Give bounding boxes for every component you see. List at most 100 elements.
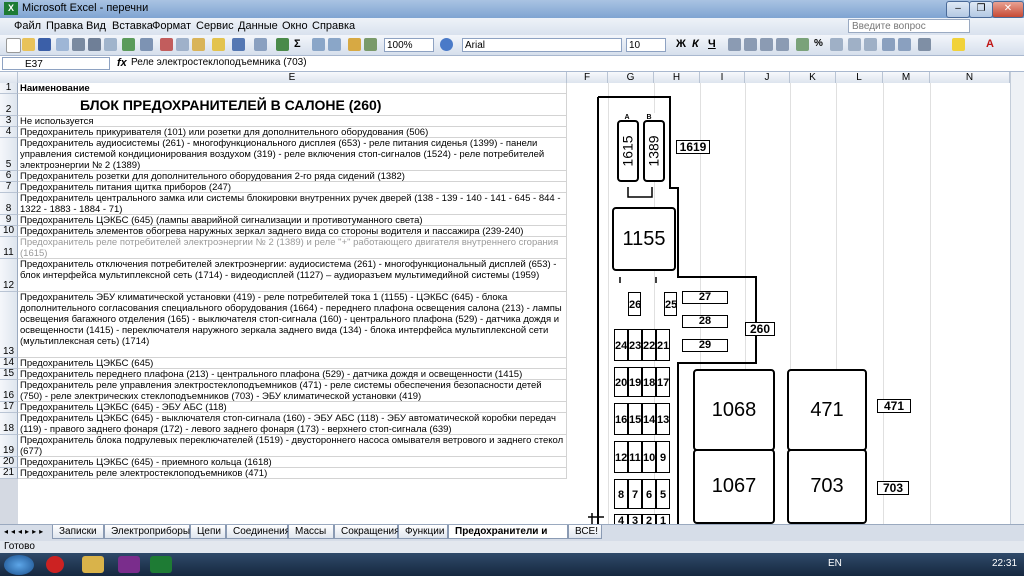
align-left-icon[interactable] — [728, 38, 741, 51]
cell-e[interactable]: Предохранитель розетки для дополнительно… — [18, 171, 567, 182]
comma-style-icon[interactable] — [830, 38, 843, 51]
save-icon[interactable] — [38, 38, 51, 51]
print-icon[interactable] — [88, 38, 101, 51]
row-header[interactable]: 11 — [0, 237, 18, 259]
name-box[interactable]: E37 — [2, 57, 110, 70]
cell-e[interactable]: Не используется — [18, 116, 567, 127]
excel-taskbar-icon[interactable] — [150, 556, 172, 573]
merge-center-icon[interactable] — [776, 38, 789, 51]
row-header[interactable]: 4 — [0, 126, 18, 138]
menu-item-7[interactable]: Окно — [282, 20, 308, 32]
row-header[interactable]: 16 — [0, 380, 18, 402]
help-search-input[interactable]: Введите вопрос — [848, 19, 970, 33]
cell-e[interactable]: Предохранитель блока подрулевых переключ… — [18, 435, 567, 457]
sheet-tab[interactable]: Цепи — [190, 525, 226, 539]
menu-item-4[interactable]: Формат — [152, 20, 191, 32]
row-header[interactable]: 10 — [0, 225, 18, 237]
sheet-tab[interactable]: Функции — [398, 525, 448, 539]
sheet-tab[interactable]: ВСЕ! — [568, 525, 602, 539]
autosum-icon[interactable]: Σ — [294, 38, 301, 50]
research-icon[interactable] — [140, 38, 153, 51]
vertical-scrollbar[interactable] — [1010, 72, 1024, 524]
cell-e[interactable]: Предохранитель аудиосистемы (261) - мног… — [18, 138, 567, 171]
menu-item-2[interactable]: Вид — [86, 20, 106, 32]
percent-icon[interactable]: % — [814, 38, 823, 49]
bold-button[interactable]: Ж — [676, 38, 686, 50]
menu-item-0[interactable]: Файл — [14, 20, 41, 32]
row-header[interactable]: 17 — [0, 401, 18, 413]
copy-icon[interactable] — [176, 38, 189, 51]
select-all-corner[interactable] — [0, 72, 18, 83]
column-header-e[interactable]: E — [18, 72, 567, 83]
italic-button[interactable]: К — [692, 38, 699, 50]
row-header[interactable]: 15 — [0, 368, 18, 380]
underline-button[interactable]: Ч — [708, 38, 716, 50]
borders-icon[interactable] — [918, 38, 931, 51]
sort-asc-icon[interactable] — [312, 38, 325, 51]
column-header-m[interactable]: M — [883, 72, 930, 83]
currency-icon[interactable] — [796, 38, 809, 51]
cell-e[interactable]: Предохранитель реле управления электрост… — [18, 380, 567, 402]
column-header-i[interactable]: I — [700, 72, 745, 83]
sheet-tab[interactable]: Записки — [52, 525, 104, 539]
start-button[interactable] — [4, 555, 34, 575]
row-header[interactable]: 13 — [0, 292, 18, 358]
sheet-tab[interactable]: Электроприборы — [104, 525, 190, 539]
cell-e[interactable]: Предохранитель реле электростеклоподъемн… — [18, 468, 567, 479]
restore-button[interactable]: ❐ — [969, 1, 993, 18]
cell-e[interactable]: Предохранитель ЦЭКБС (645) — [18, 358, 567, 369]
formula-input[interactable]: Реле электростеклоподъемника (703) — [131, 57, 307, 68]
row-header[interactable]: 1 — [0, 83, 18, 94]
sheet-tab[interactable]: Предохранители и реле — [448, 525, 568, 551]
decrease-indent-icon[interactable] — [882, 38, 895, 51]
menu-item-1[interactable]: Правка — [46, 20, 83, 32]
help-icon[interactable] — [440, 38, 453, 51]
worksheet-grid[interactable]: Наименование БЛОК ПРЕДОХРАНИТЕЛЕЙ В САЛОН… — [18, 83, 1010, 524]
column-header-g[interactable]: G — [608, 72, 654, 83]
chart-wizard-icon[interactable] — [348, 38, 361, 51]
font-color-icon[interactable]: A — [986, 38, 994, 50]
paste-icon[interactable] — [192, 38, 205, 51]
open-icon[interactable] — [22, 38, 35, 51]
zoom-select[interactable]: 100% — [384, 38, 434, 52]
column-header-h[interactable]: H — [654, 72, 700, 83]
email-icon[interactable] — [72, 38, 85, 51]
menu-item-5[interactable]: Сервис — [196, 20, 234, 32]
sort-desc-icon[interactable] — [328, 38, 341, 51]
print-preview-icon[interactable] — [104, 38, 117, 51]
fill-color-icon[interactable] — [952, 38, 965, 51]
sheet-tab[interactable]: Сокращения — [334, 525, 399, 539]
row-header[interactable]: 8 — [0, 193, 18, 215]
row-header[interactable]: 18 — [0, 413, 18, 435]
cell-e[interactable]: Предохранитель элементов обогрева наружн… — [18, 226, 567, 237]
drawing-icon[interactable] — [364, 38, 377, 51]
row-header[interactable]: 12 — [0, 259, 18, 292]
row-header[interactable]: 19 — [0, 435, 18, 457]
cell-e[interactable]: Предохранитель ЭБУ климатической установ… — [18, 292, 567, 358]
cell-e[interactable]: Предохранитель отключения потребителей э… — [18, 259, 567, 292]
excel-icon[interactable]: X — [4, 2, 18, 15]
cell-e[interactable]: Предохранитель ЦЭКБС (645) (лампы аварий… — [18, 215, 567, 226]
new-icon[interactable] — [6, 38, 21, 53]
cell-e[interactable]: Предохранитель переднего плафона (213) -… — [18, 369, 567, 380]
font-size-select[interactable]: 10 — [626, 38, 666, 52]
align-center-icon[interactable] — [744, 38, 757, 51]
column-header-l[interactable]: L — [836, 72, 883, 83]
redo-icon[interactable] — [254, 38, 267, 51]
cell-e[interactable]: Предохранитель ЦЭКБС (645) - ЭБУ АБС (11… — [18, 402, 567, 413]
cell-e[interactable]: Предохранитель питания щитка приборов (2… — [18, 182, 567, 193]
row-header[interactable]: 2 — [0, 94, 18, 116]
cell-e[interactable]: Предохранитель ЦЭКБС (645) - выключателя… — [18, 413, 567, 435]
menu-item-3[interactable]: Вставка — [112, 20, 153, 32]
cell-e[interactable]: БЛОК ПРЕДОХРАНИТЕЛЕЙ В САЛОНЕ (260) — [18, 94, 567, 116]
column-header-f[interactable]: F — [567, 72, 608, 83]
sheet-tab[interactable]: Соединения — [226, 525, 290, 539]
insert-function-icon[interactable]: fx — [117, 57, 127, 69]
align-right-icon[interactable] — [760, 38, 773, 51]
cell-e[interactable]: Наименование — [18, 83, 567, 94]
column-header-j[interactable]: J — [745, 72, 790, 83]
tab-scroll-icons[interactable]: ◂◂◂▸▸▸ — [4, 527, 46, 536]
format-painter-icon[interactable] — [212, 38, 225, 51]
menu-item-8[interactable]: Справка — [312, 20, 355, 32]
cut-icon[interactable] — [160, 38, 173, 51]
